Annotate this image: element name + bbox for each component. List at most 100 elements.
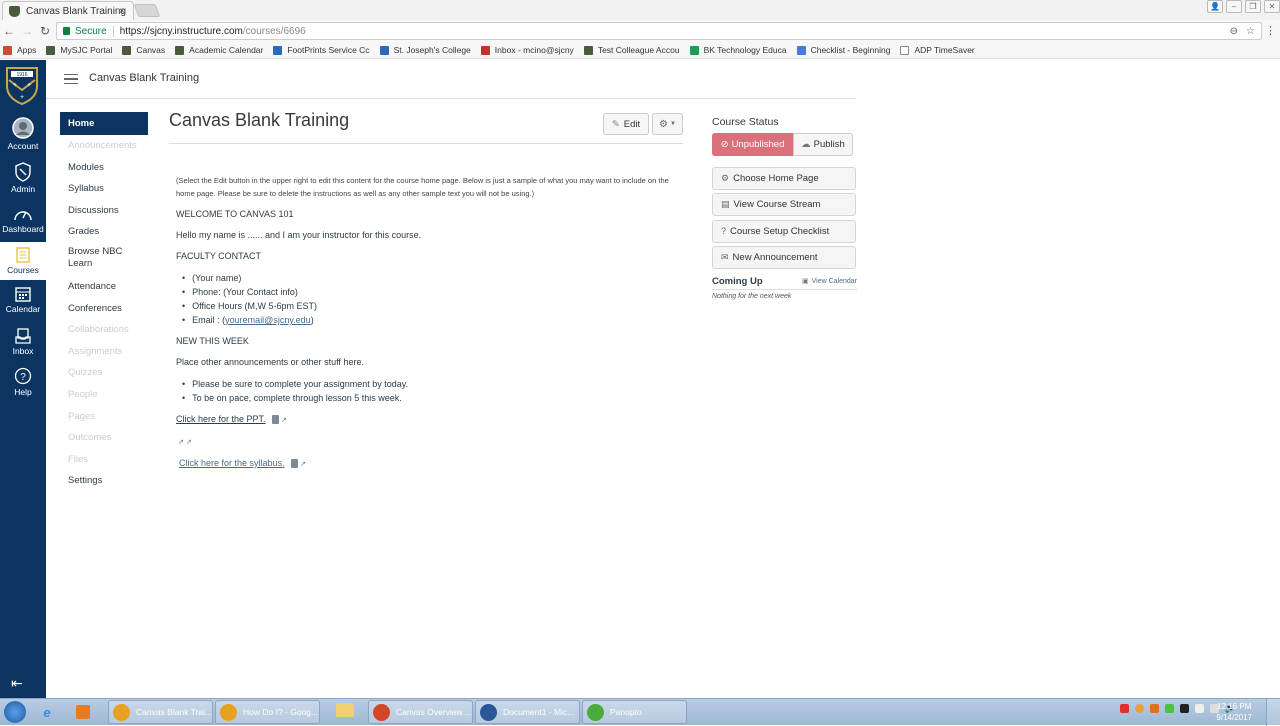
external-link-icon[interactable]: ↗ (300, 458, 306, 471)
taskbar-task[interactable]: Document1 - Mic... (475, 700, 580, 724)
view-calendar-link[interactable]: ▣ View Calendar (802, 277, 857, 285)
bookmark-item[interactable]: BK Technology Educa (689, 45, 787, 55)
page-title: Canvas Blank Training (169, 110, 350, 130)
course-nav-discussions[interactable]: Discussions (60, 200, 148, 222)
external-link-icon[interactable]: ↗ (281, 414, 287, 427)
course-setup-checklist-button[interactable]: ? Course Setup Checklist (712, 219, 856, 243)
admin-shield-icon (15, 162, 31, 182)
file-explorer-icon[interactable] (334, 700, 356, 720)
email-link[interactable]: youremail@sjcny.edu (225, 315, 311, 325)
course-nav-people[interactable]: People (60, 384, 148, 406)
view-course-stream-button[interactable]: ▤ View Course Stream (712, 193, 856, 217)
bookmark-label: Apps (17, 45, 37, 55)
stream-icon: ▤ (721, 199, 730, 210)
course-nav-assignments[interactable]: Assignments (60, 341, 148, 363)
taskbar-task[interactable]: Canvas Overview ... (368, 700, 473, 724)
course-nav-outcomes[interactable]: Outcomes (60, 427, 148, 449)
ppt-link[interactable]: Click here for the PPT. (176, 414, 266, 424)
course-nav-collaborations[interactable]: Collaborations (60, 319, 148, 341)
zoom-icon[interactable]: ⊖ (1230, 26, 1238, 37)
hamburger-menu-icon[interactable] (64, 74, 78, 84)
course-nav-pages[interactable]: Pages (60, 406, 148, 428)
faculty-contact-heading: FACULTY CONTACT (176, 251, 262, 261)
global-nav-admin[interactable]: Admin (0, 162, 46, 194)
email-prefix: Email : ( (192, 315, 226, 325)
address-bar[interactable]: Secure https://sjcny.instructure.com /co… (56, 22, 1262, 40)
choose-home-page-button[interactable]: ⚙ Choose Home Page (712, 167, 856, 190)
edit-button[interactable]: ✎ Edit (603, 113, 649, 135)
breadcrumb-course-title[interactable]: Canvas Blank Training (89, 72, 199, 84)
bookmark-item[interactable]: St. Joseph's College (379, 45, 471, 55)
settings-dropdown-button[interactable]: ⚙ ▼ (652, 113, 683, 135)
browser-toolbar: ← → ↻ Secure https://sjcny.instructure.c… (0, 20, 1280, 42)
browser-tab-active[interactable]: Canvas Blank Training × (2, 1, 134, 20)
tray-app-icon[interactable] (1134, 704, 1144, 713)
course-nav-browse-nbc-learn[interactable]: Browse NBC Learn (60, 243, 130, 276)
course-nav-attendance[interactable]: Attendance (60, 276, 148, 298)
course-nav-syllabus[interactable]: Syllabus (60, 178, 148, 200)
reload-icon[interactable]: ↻ (36, 24, 54, 38)
back-arrow-icon[interactable]: ← (0, 24, 18, 38)
bookmark-star-icon[interactable]: ☆ (1246, 26, 1255, 37)
course-nav-quizzes[interactable]: Quizzes (60, 362, 148, 384)
global-nav-inbox[interactable]: Inbox (0, 328, 46, 356)
tray-wireless-icon[interactable] (1179, 704, 1189, 713)
tray-app-icon[interactable] (1164, 704, 1174, 713)
browser-menu-icon[interactable]: ⋮ (1265, 24, 1276, 37)
global-nav-calendar[interactable]: Calendar (0, 286, 46, 314)
show-desktop-button[interactable] (1266, 699, 1280, 726)
course-nav-announcements[interactable]: Announcements (60, 135, 148, 157)
bookmark-item[interactable]: Test Colleague Accou (583, 45, 680, 55)
profile-icon[interactable]: 👤 (1207, 0, 1223, 13)
new-tab-button[interactable] (133, 4, 161, 17)
media-player-icon[interactable] (72, 702, 94, 722)
college-logo-icon[interactable]: 1916 + + + (5, 66, 39, 106)
external-link-icon[interactable]: ↗ (178, 436, 184, 449)
syllabus-link[interactable]: Click here for the syllabus. (179, 458, 285, 468)
forward-arrow-icon[interactable]: → (18, 24, 36, 38)
course-nav-conferences[interactable]: Conferences (60, 298, 148, 320)
new-announcement-button[interactable]: ✉ New Announcement (712, 245, 856, 269)
close-window-button[interactable]: ✕ (1264, 0, 1280, 13)
external-link-icon[interactable]: ↗ (186, 436, 192, 449)
empty-link-row: ↗ ↗ (176, 435, 676, 449)
taskbar-task[interactable]: Canvas Blank Trai... (108, 700, 213, 724)
file-preview-icon[interactable] (291, 459, 299, 469)
tab-close-icon[interactable]: × (119, 6, 125, 17)
bookmark-item[interactable]: ADP TimeSaver (900, 45, 975, 55)
minimize-button[interactable]: – (1226, 0, 1242, 13)
file-preview-icon[interactable] (272, 415, 280, 425)
list-item: Office Hours (M,W 5-6pm EST) (182, 299, 676, 313)
bookmark-favicon-icon (900, 45, 910, 55)
global-nav-account[interactable]: Account (0, 117, 46, 151)
unpublished-button[interactable]: ⊘ Unpublished (712, 133, 793, 156)
course-nav-home[interactable]: Home (60, 112, 148, 135)
list-item: To be on pace, complete through lesson 5… (182, 391, 676, 405)
tray-flag-icon[interactable] (1194, 704, 1204, 713)
taskbar-task[interactable]: How Do I? - Goog... (215, 700, 320, 724)
restore-button[interactable]: ❐ (1245, 0, 1261, 13)
internet-explorer-icon[interactable]: e (36, 702, 58, 722)
tray-app-icon[interactable] (1149, 704, 1159, 713)
bookmark-item[interactable]: Canvas (122, 45, 165, 55)
global-nav-courses[interactable]: Courses (0, 242, 46, 280)
bookmark-item[interactable]: Checklist - Beginning (796, 45, 890, 55)
bookmark-item[interactable]: Apps (3, 45, 36, 55)
global-nav-help[interactable]: ? Help (0, 367, 46, 397)
bookmark-item[interactable]: Academic Calendar (175, 45, 263, 55)
collapse-nav-icon[interactable]: ⇤ (11, 675, 23, 692)
tray-app-icon[interactable] (1119, 704, 1129, 713)
bookmark-item[interactable]: Inbox - mcino@sjcny (480, 45, 574, 55)
bookmark-item[interactable]: FootPrints Service Cc (273, 45, 370, 55)
course-nav-modules[interactable]: Modules (60, 157, 148, 179)
course-nav-files[interactable]: Files (60, 449, 148, 471)
bookmark-item[interactable]: MySJC Portal (46, 45, 112, 55)
taskbar-task[interactable]: Panopto (582, 700, 687, 724)
system-clock[interactable]: 12:16 PM 9/14/2017 (1216, 701, 1252, 723)
course-nav-settings[interactable]: Settings (60, 470, 148, 492)
start-button-icon[interactable] (4, 701, 26, 723)
publish-button[interactable]: ☁ Publish (793, 133, 853, 156)
bookmark-favicon-icon (689, 45, 699, 55)
global-nav-dashboard[interactable]: Dashboard (0, 206, 46, 234)
course-nav-grades[interactable]: Grades (60, 221, 148, 243)
